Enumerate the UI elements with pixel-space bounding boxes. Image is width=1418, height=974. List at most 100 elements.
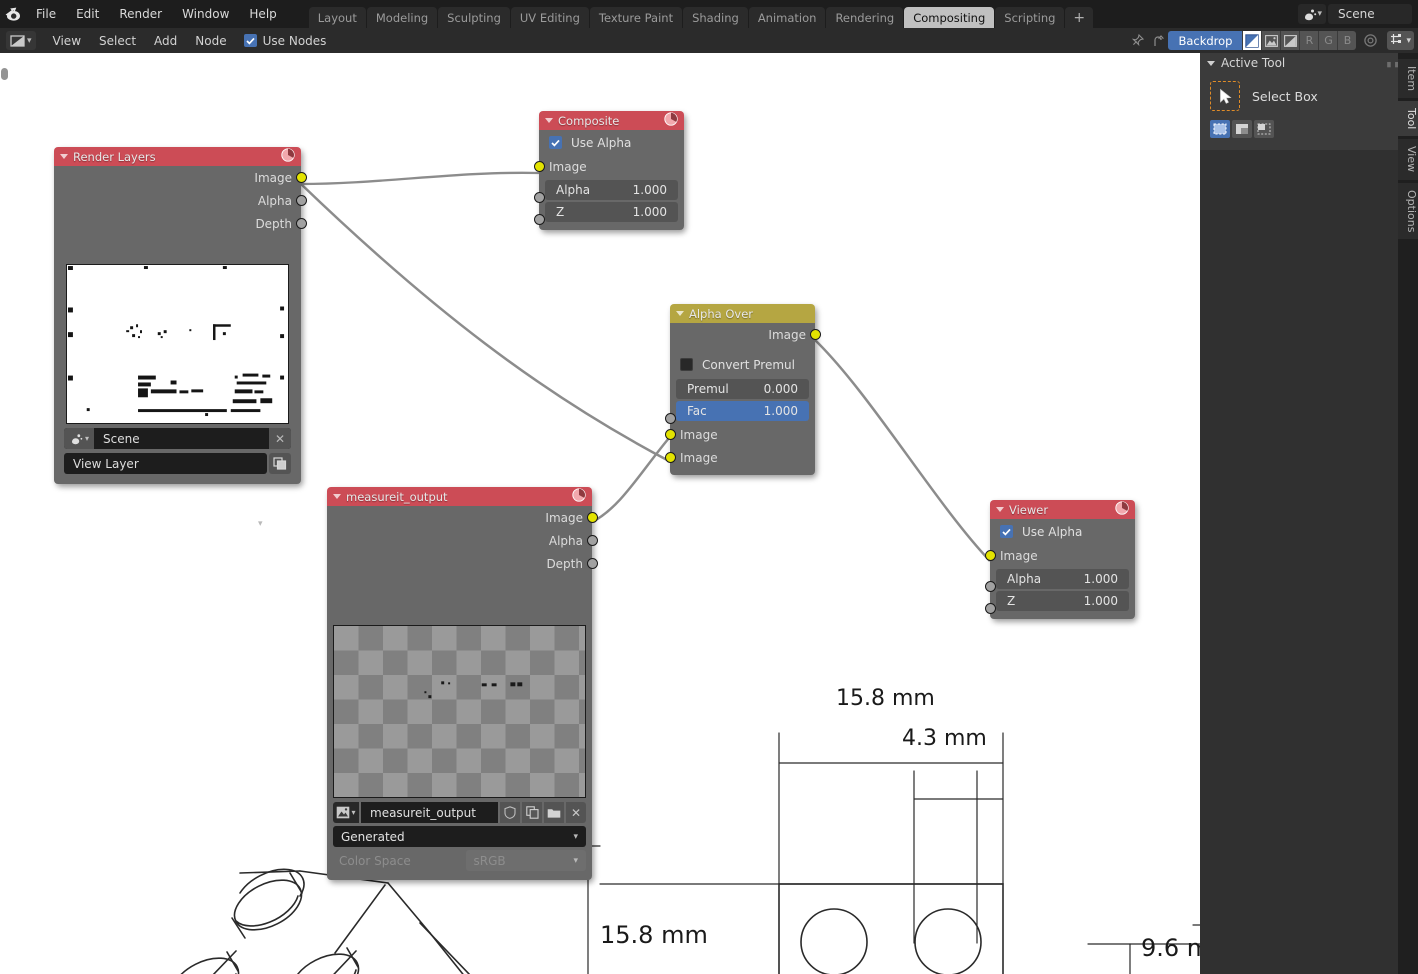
socket-z-in[interactable]: [533, 214, 545, 225]
select-box-cursor-icon[interactable]: [1210, 81, 1240, 111]
node-composite-header[interactable]: Composite: [539, 111, 684, 130]
panel-collapse-icon[interactable]: [1207, 60, 1215, 66]
node-editor-canvas[interactable]: Render Layers Image Alpha Depth ▾ Scene …: [0, 53, 1200, 974]
menu-help[interactable]: Help: [239, 0, 286, 28]
active-tool-panel-header[interactable]: Active Tool ▖▖▖: [1200, 53, 1418, 73]
color-icon[interactable]: [1261, 31, 1281, 50]
socket-row-image-in[interactable]: Image: [984, 544, 1135, 567]
socket-row-image-out[interactable]: Image: [670, 323, 821, 346]
socket-row-image-out[interactable]: Image: [54, 166, 307, 189]
sidebar-tab-tool[interactable]: Tool: [1398, 101, 1418, 137]
socket-image-in[interactable]: [533, 161, 545, 172]
menu-edit[interactable]: Edit: [66, 0, 109, 28]
view-layer-row[interactable]: View Layer: [64, 453, 291, 474]
image-source-dropdown[interactable]: Generated ▾: [333, 826, 586, 847]
node-preview-toggle-icon[interactable]: [1115, 501, 1129, 518]
node-preview-toggle-icon[interactable]: [664, 112, 678, 129]
node-composite[interactable]: Composite Use Alpha Image Alpha 1.000 Z …: [533, 111, 684, 230]
socket-depth-out[interactable]: [586, 558, 598, 569]
view-layer-value[interactable]: View Layer: [64, 453, 267, 474]
tab-shading[interactable]: Shading: [683, 7, 748, 28]
menu-render[interactable]: Render: [109, 0, 172, 28]
view-layer-copy-icon[interactable]: [269, 453, 291, 474]
select-subtract-mode-icon[interactable]: [1254, 120, 1274, 138]
scene-datablock-row[interactable]: ▾ Scene ✕: [64, 428, 291, 449]
node-preview-toggle-icon[interactable]: [281, 148, 295, 165]
socket-image-in-1[interactable]: [664, 429, 676, 440]
scene-browse-button[interactable]: ▾: [1298, 4, 1326, 24]
node-menu-add[interactable]: Add: [145, 28, 186, 53]
node-menu-node[interactable]: Node: [186, 28, 235, 53]
add-workspace-button[interactable]: +: [1065, 7, 1094, 28]
use-alpha-checkbox[interactable]: [549, 136, 562, 149]
convert-premul-row[interactable]: Convert Premul: [670, 352, 815, 377]
use-alpha-checkbox[interactable]: [1000, 525, 1013, 538]
node-render-layers-header[interactable]: Render Layers: [54, 147, 301, 166]
image-datablock-row[interactable]: ▾ measureit_output ✕: [333, 802, 586, 823]
image-name-value[interactable]: measureit_output: [361, 802, 498, 823]
snap-icon[interactable]: [1390, 31, 1404, 50]
collapse-triangle-icon[interactable]: [333, 494, 341, 499]
go-to-parent-icon[interactable]: [1147, 30, 1168, 51]
chevron-down-icon[interactable]: ▾: [573, 856, 578, 866]
duplicate-icon[interactable]: [522, 802, 542, 823]
blue-channel-button[interactable]: B: [1337, 31, 1357, 50]
tab-scripting[interactable]: Scripting: [995, 7, 1065, 28]
socket-row-alpha-out[interactable]: Alpha: [54, 189, 307, 212]
collapse-triangle-icon[interactable]: [60, 154, 68, 159]
node-render-layers[interactable]: Render Layers Image Alpha Depth ▾ Scene …: [54, 147, 307, 484]
socket-row-image-in-2[interactable]: Image: [664, 446, 815, 469]
red-channel-button[interactable]: R: [1299, 31, 1319, 50]
proportional-edit-icon[interactable]: [1360, 30, 1381, 51]
socket-image-in[interactable]: [984, 550, 996, 561]
scene-name-value[interactable]: Scene: [94, 432, 269, 446]
tab-texture-paint[interactable]: Texture Paint: [589, 7, 683, 28]
scene-unlink-icon[interactable]: ✕: [269, 428, 291, 449]
node-menu-view[interactable]: View: [44, 28, 90, 53]
blender-logo-icon[interactable]: [0, 0, 26, 28]
collapse-triangle-icon[interactable]: [676, 311, 684, 316]
alpha-value-field[interactable]: Alpha 1.000: [545, 180, 678, 200]
tab-compositing[interactable]: Compositing: [904, 7, 995, 28]
select-extend-mode-icon[interactable]: [1232, 120, 1252, 138]
shield-icon[interactable]: [500, 802, 520, 823]
unlink-x-icon[interactable]: ✕: [566, 802, 586, 823]
tab-layout[interactable]: Layout: [308, 7, 366, 28]
chevron-down-icon[interactable]: ▾: [573, 832, 578, 842]
collapse-triangle-icon[interactable]: [996, 507, 1004, 512]
sidebar-tab-view[interactable]: View: [1398, 139, 1418, 180]
premul-value-field[interactable]: Premul 0.000: [676, 379, 809, 399]
tab-sculpting[interactable]: Sculpting: [438, 7, 510, 28]
socket-row-depth-out[interactable]: Depth: [327, 552, 598, 575]
menu-file[interactable]: File: [26, 0, 66, 28]
tab-rendering[interactable]: Rendering: [826, 7, 904, 28]
z-value-field[interactable]: Z 1.000: [545, 202, 678, 222]
node-menu-select[interactable]: Select: [90, 28, 145, 53]
alpha-value-field[interactable]: Alpha 1.000: [996, 569, 1129, 589]
socket-depth-out[interactable]: [295, 218, 307, 229]
pin-icon[interactable]: [1126, 30, 1147, 51]
use-nodes-toggle[interactable]: Use Nodes: [236, 34, 335, 48]
view-layer-caret-icon[interactable]: ▾: [258, 519, 263, 529]
color-space-value[interactable]: sRGB ▾: [465, 850, 586, 871]
sidebar-tab-options[interactable]: Options: [1398, 182, 1418, 239]
z-value-field[interactable]: Z 1.000: [996, 591, 1129, 611]
socket-row-image-in[interactable]: Image: [533, 155, 684, 178]
socket-image-out[interactable]: [586, 512, 598, 523]
socket-alpha-out[interactable]: [586, 535, 598, 546]
scene-browse-icon[interactable]: ▾: [64, 428, 94, 449]
image-datablock-icon[interactable]: ▾: [333, 802, 359, 823]
alpha-icon[interactable]: [1280, 31, 1300, 50]
sidebar-tab-item[interactable]: Item: [1398, 59, 1418, 99]
folder-icon[interactable]: [544, 802, 564, 823]
color-alpha-icon[interactable]: [1242, 31, 1262, 50]
socket-image-out[interactable]: [809, 329, 821, 340]
collapse-triangle-icon[interactable]: [545, 118, 553, 123]
tab-modeling[interactable]: Modeling: [366, 7, 438, 28]
color-space-row[interactable]: Color Space sRGB ▾: [333, 850, 586, 871]
node-measureit-output-header[interactable]: measureit_output: [327, 487, 592, 506]
use-nodes-checkbox[interactable]: [243, 34, 257, 47]
socket-alpha-out[interactable]: [295, 195, 307, 206]
socket-image-in-2[interactable]: [664, 452, 676, 463]
green-channel-button[interactable]: G: [1318, 31, 1338, 50]
